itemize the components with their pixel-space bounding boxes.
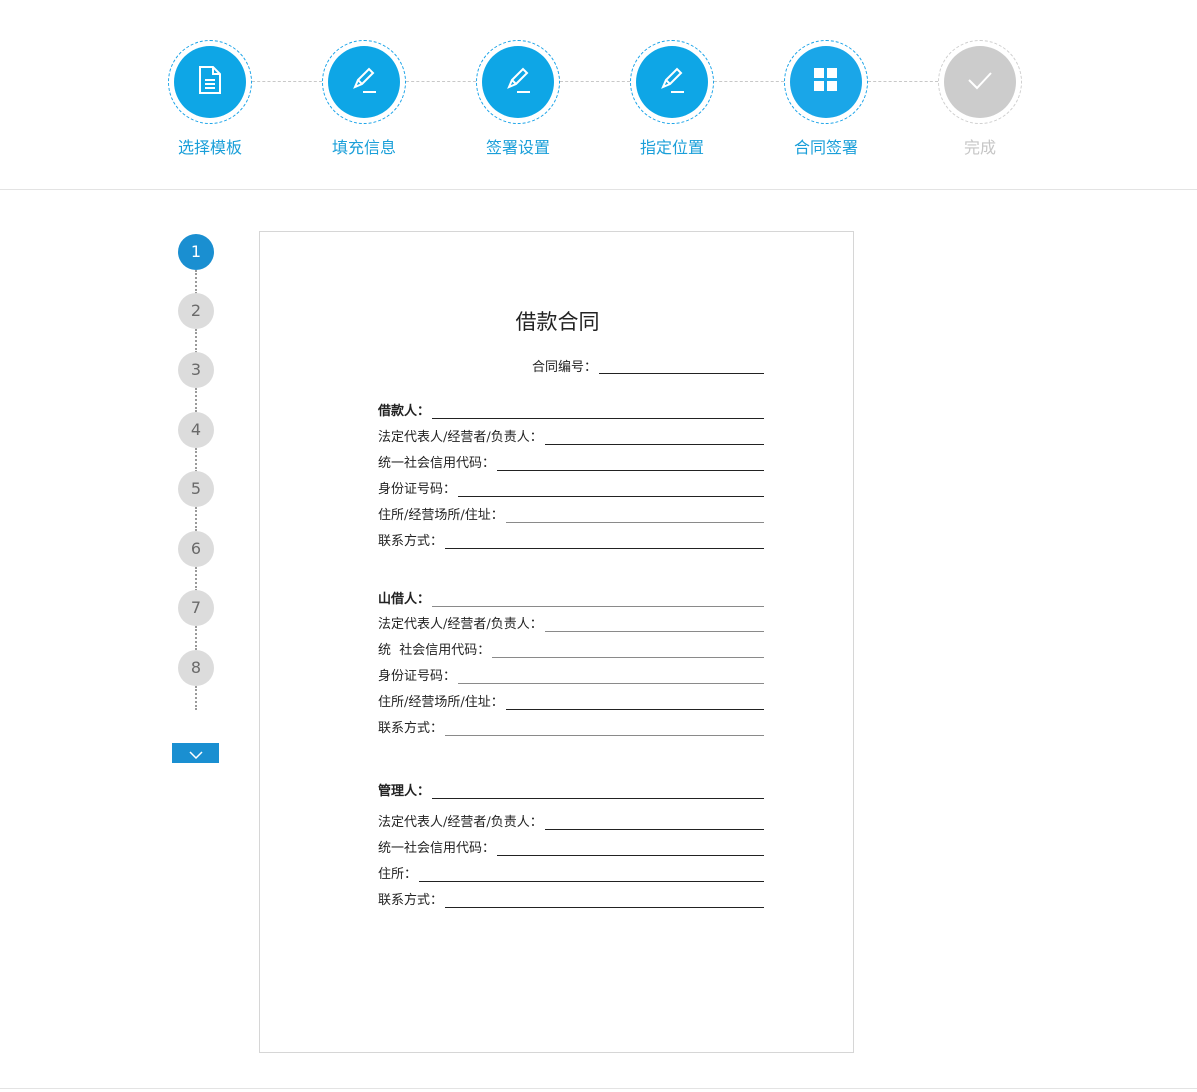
page-connector xyxy=(195,507,197,531)
page-number-4[interactable]: 4 xyxy=(178,412,214,448)
page-connector xyxy=(195,388,197,412)
field-label: 法定代表人/经营者/负责人： xyxy=(378,617,543,632)
field-label: 统一社会信用代码： xyxy=(378,456,496,471)
field-label: 住所/经营场所/住址： xyxy=(378,695,504,710)
form-field: 法定代表人/经营者/负责人： xyxy=(378,613,764,633)
form-field: 统一社会信用代码： xyxy=(378,452,764,472)
next-pages-button[interactable] xyxy=(172,743,219,763)
form-field: 联系方式： xyxy=(378,717,764,737)
manager-heading: 管理人： xyxy=(378,780,764,800)
field-label: 住所： xyxy=(378,867,418,882)
chevron-down-icon xyxy=(188,744,203,763)
field-label: 联系方式： xyxy=(378,534,444,549)
page-number-2[interactable]: 2 xyxy=(178,293,214,329)
step-label: 填充信息 xyxy=(331,138,396,157)
step-contract-signing[interactable]: 合同签署 xyxy=(784,40,868,158)
page-number-1[interactable]: 1 xyxy=(178,234,214,270)
step-select-template[interactable]: 选择模板 xyxy=(168,40,252,158)
page-number-5[interactable]: 5 xyxy=(178,471,214,507)
field-label: 联系方式： xyxy=(378,721,444,736)
field-label: 身份证号码： xyxy=(378,669,457,684)
field-label: 统一社会信用代码： xyxy=(378,841,496,856)
form-field: 统一社会信用代码： xyxy=(378,837,764,857)
form-field: 统 社会信用代码： xyxy=(378,639,764,659)
form-field: 联系方式： xyxy=(378,530,764,550)
stepper-connector xyxy=(868,81,938,82)
page-number-6[interactable]: 6 xyxy=(178,531,214,567)
pencil-icon xyxy=(657,65,687,99)
check-icon xyxy=(966,69,994,95)
form-field: 住所/经营场所/住址： xyxy=(378,504,764,524)
footer-divider xyxy=(0,1088,1197,1089)
step-assign-position[interactable]: 指定位置 xyxy=(630,40,714,158)
page-connector xyxy=(195,270,197,294)
field-label: 联系方式： xyxy=(378,893,444,908)
page-connector xyxy=(195,626,197,650)
stepper-connector xyxy=(560,81,630,82)
page-connector xyxy=(195,686,197,710)
step-fill-info[interactable]: 填充信息 xyxy=(322,40,406,158)
field-label: 法定代表人/经营者/负责人： xyxy=(378,430,543,445)
step-label: 完成 xyxy=(963,138,996,157)
stepper-connector xyxy=(406,81,476,82)
field-label: 合同编号： xyxy=(532,360,598,375)
form-field: 法定代表人/经营者/负责人： xyxy=(378,426,764,446)
step-complete: 完成 xyxy=(938,40,1022,158)
page-connector xyxy=(195,448,197,472)
grid-icon xyxy=(813,67,839,97)
step-sign-settings[interactable]: 签署设置 xyxy=(476,40,560,158)
lender-heading: 山借人： xyxy=(378,588,764,608)
borrower-heading: 借款人： xyxy=(378,400,764,420)
contract-number-field: 合同编号： xyxy=(532,355,764,375)
stepper-connector xyxy=(714,81,784,82)
document-title: 借款合同 xyxy=(515,310,600,334)
step-label: 指定位置 xyxy=(639,138,704,157)
field-label: 借款人： xyxy=(378,404,431,419)
field-label: 山借人： xyxy=(378,592,431,607)
page-connector xyxy=(195,567,197,591)
page-number-7[interactable]: 7 xyxy=(178,590,214,626)
form-field: 法定代表人/经营者/负责人： xyxy=(378,811,764,831)
form-field: 住所： xyxy=(378,863,764,883)
field-label: 住所/经营场所/住址： xyxy=(378,508,504,523)
document-icon xyxy=(197,65,223,99)
contract-document-preview: 借款合同 合同编号： 借款人： 法定代表人/经营者/负责人： 统一社会信用代码：… xyxy=(259,231,854,1053)
form-field: 联系方式： xyxy=(378,889,764,909)
stepper-connector xyxy=(252,81,322,82)
pencil-icon xyxy=(349,65,379,99)
step-label: 合同签署 xyxy=(793,138,858,157)
form-field: 身份证号码： xyxy=(378,478,764,498)
form-field: 身份证号码： xyxy=(378,665,764,685)
progress-stepper: 选择模板 填充信息 签署设置 指定位置 合同签署 完成 xyxy=(0,0,1197,190)
field-label: 管理人： xyxy=(378,784,431,799)
pencil-icon xyxy=(503,65,533,99)
field-label: 身份证号码： xyxy=(378,482,457,497)
page-number-3[interactable]: 3 xyxy=(178,352,214,388)
form-field: 住所/经营场所/住址： xyxy=(378,691,764,711)
field-label: 法定代表人/经营者/负责人： xyxy=(378,815,543,830)
step-label: 签署设置 xyxy=(485,138,550,157)
step-label: 选择模板 xyxy=(177,138,242,157)
field-label: 统 社会信用代码： xyxy=(378,643,491,658)
page-number-8[interactable]: 8 xyxy=(178,650,214,686)
page-connector xyxy=(195,329,197,353)
